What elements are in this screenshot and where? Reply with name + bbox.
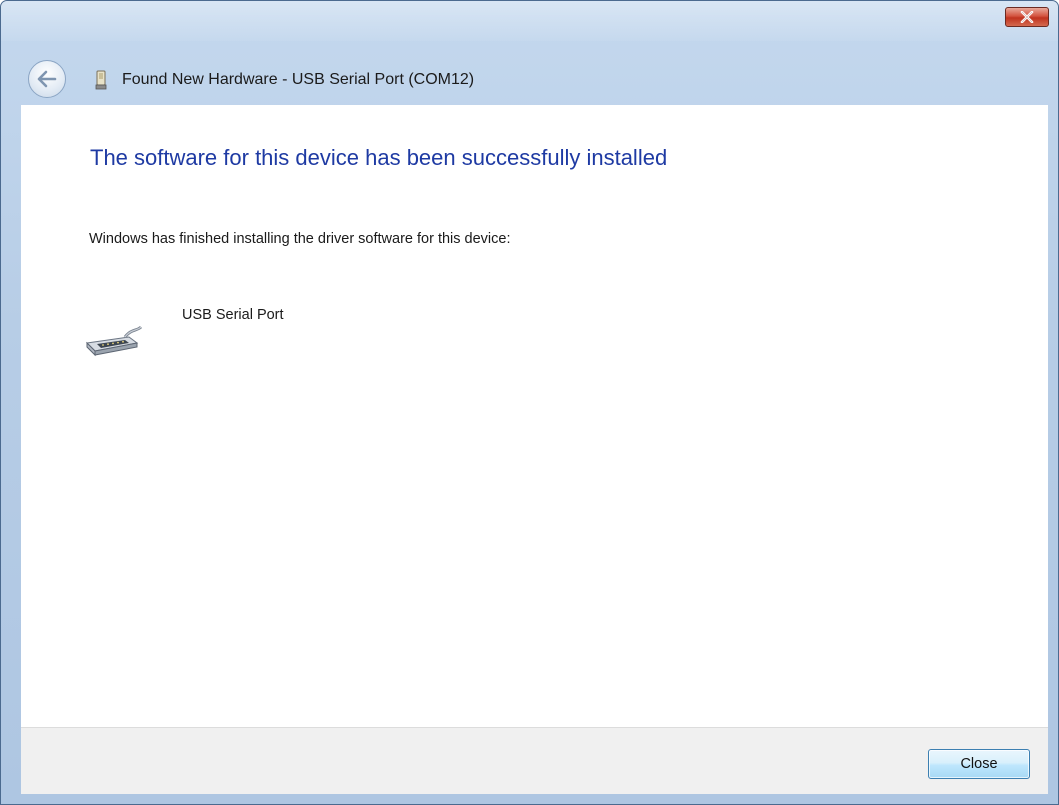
back-button[interactable] [28, 60, 66, 98]
dialog-window: Found New Hardware - USB Serial Port (CO… [0, 0, 1059, 805]
usb-device-icon [95, 70, 107, 90]
serial-port-icon [85, 325, 143, 357]
close-icon [1020, 11, 1034, 23]
content-panel: The software for this device has been su… [21, 105, 1048, 727]
page-title: The software for this device has been su… [90, 145, 668, 170]
close-button[interactable]: Close [928, 749, 1030, 779]
title-bar-glass [1, 1, 1058, 41]
device-name: USB Serial Port [182, 307, 284, 323]
dialog-footer: Close [21, 727, 1048, 794]
description-text: Windows has finished installing the driv… [89, 231, 511, 247]
window-close-button[interactable] [1005, 7, 1049, 27]
navigation-bar: Found New Hardware - USB Serial Port (CO… [1, 59, 1058, 103]
back-arrow-icon [37, 70, 57, 88]
window-title: Found New Hardware - USB Serial Port (CO… [122, 71, 475, 88]
